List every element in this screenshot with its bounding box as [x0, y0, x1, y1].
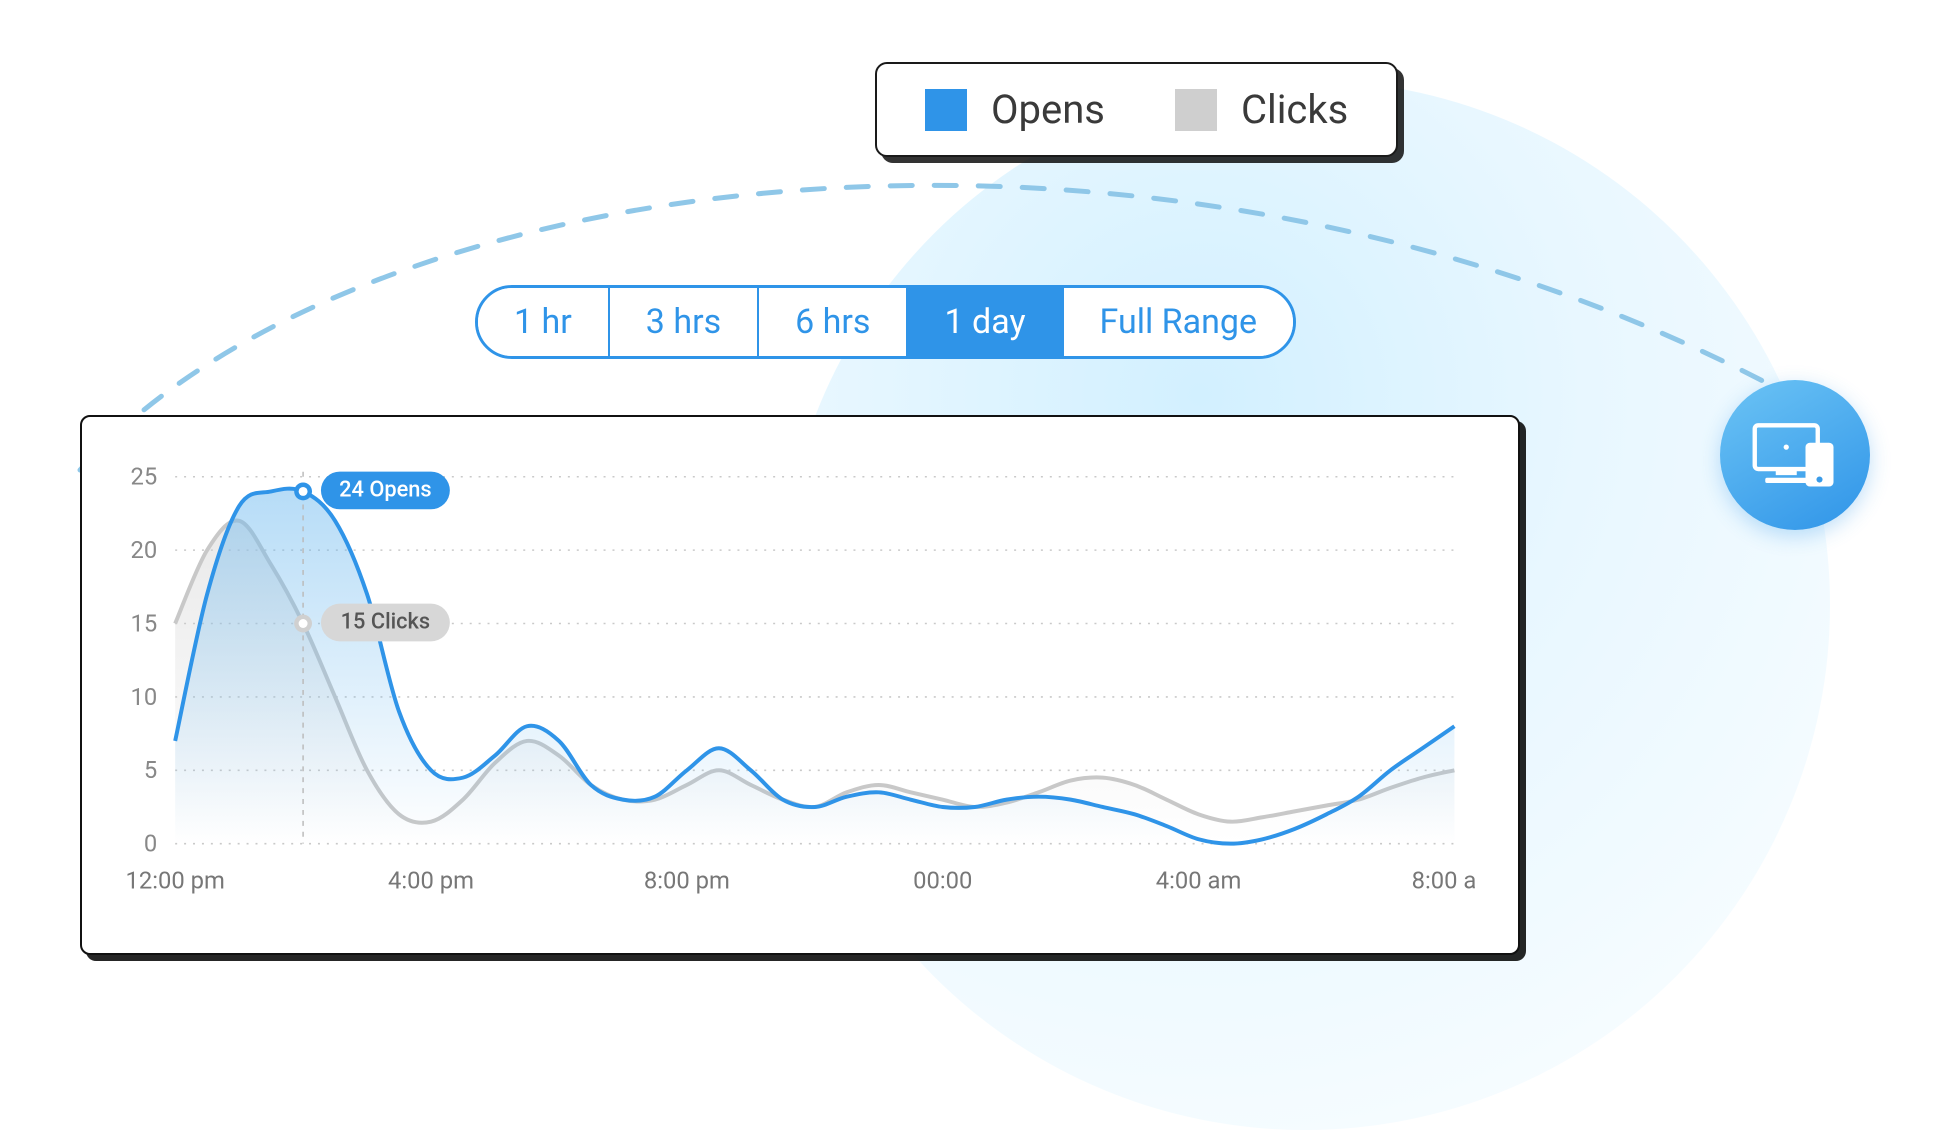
svg-text:20: 20 [131, 536, 158, 564]
device-badge[interactable] [1720, 380, 1870, 530]
range-opt-full[interactable]: Full Range [1064, 288, 1293, 356]
tooltip-opens: 24 Opens [339, 477, 432, 502]
svg-text:25: 25 [131, 463, 158, 491]
svg-text:4:00 pm: 4:00 pm [388, 866, 474, 894]
legend-swatch-opens [925, 89, 967, 131]
range-opt-6hrs[interactable]: 6 hrs [759, 288, 908, 356]
tooltip-clicks: 15 Clicks [341, 609, 431, 634]
range-opt-1day[interactable]: 1 day [908, 288, 1063, 356]
svg-text:8:00 pm: 8:00 pm [644, 866, 730, 894]
svg-text:12:00 pm: 12:00 pm [125, 866, 224, 894]
chart-card: 0 5 10 15 20 25 12:00 pm 4:00 pm 8:00 pm 00:00 4:0… [80, 415, 1520, 955]
svg-text:10: 10 [131, 683, 158, 711]
svg-text:0: 0 [144, 830, 157, 858]
legend-item-clicks[interactable]: Clicks [1175, 86, 1348, 133]
svg-text:5: 5 [144, 756, 157, 784]
svg-text:8:00 am: 8:00 am [1412, 866, 1478, 894]
svg-text:00:00: 00:00 [913, 866, 972, 894]
monitor-phone-icon [1751, 420, 1839, 490]
svg-text:4:00 am: 4:00 am [1156, 866, 1242, 894]
svg-text:15: 15 [131, 609, 158, 637]
legend-label-opens: Opens [991, 86, 1105, 133]
chart-legend: Opens Clicks [875, 62, 1398, 157]
range-opt-1hr[interactable]: 1 hr [478, 288, 610, 356]
range-opt-3hrs[interactable]: 3 hrs [610, 288, 759, 356]
legend-item-opens[interactable]: Opens [925, 86, 1105, 133]
legend-swatch-clicks [1175, 89, 1217, 131]
line-chart[interactable]: 0 5 10 15 20 25 12:00 pm 4:00 pm 8:00 pm 00:00 4:0… [102, 447, 1478, 923]
legend-label-clicks: Clicks [1241, 86, 1348, 133]
time-range-selector: 1 hr 3 hrs 6 hrs 1 day Full Range [475, 285, 1296, 359]
